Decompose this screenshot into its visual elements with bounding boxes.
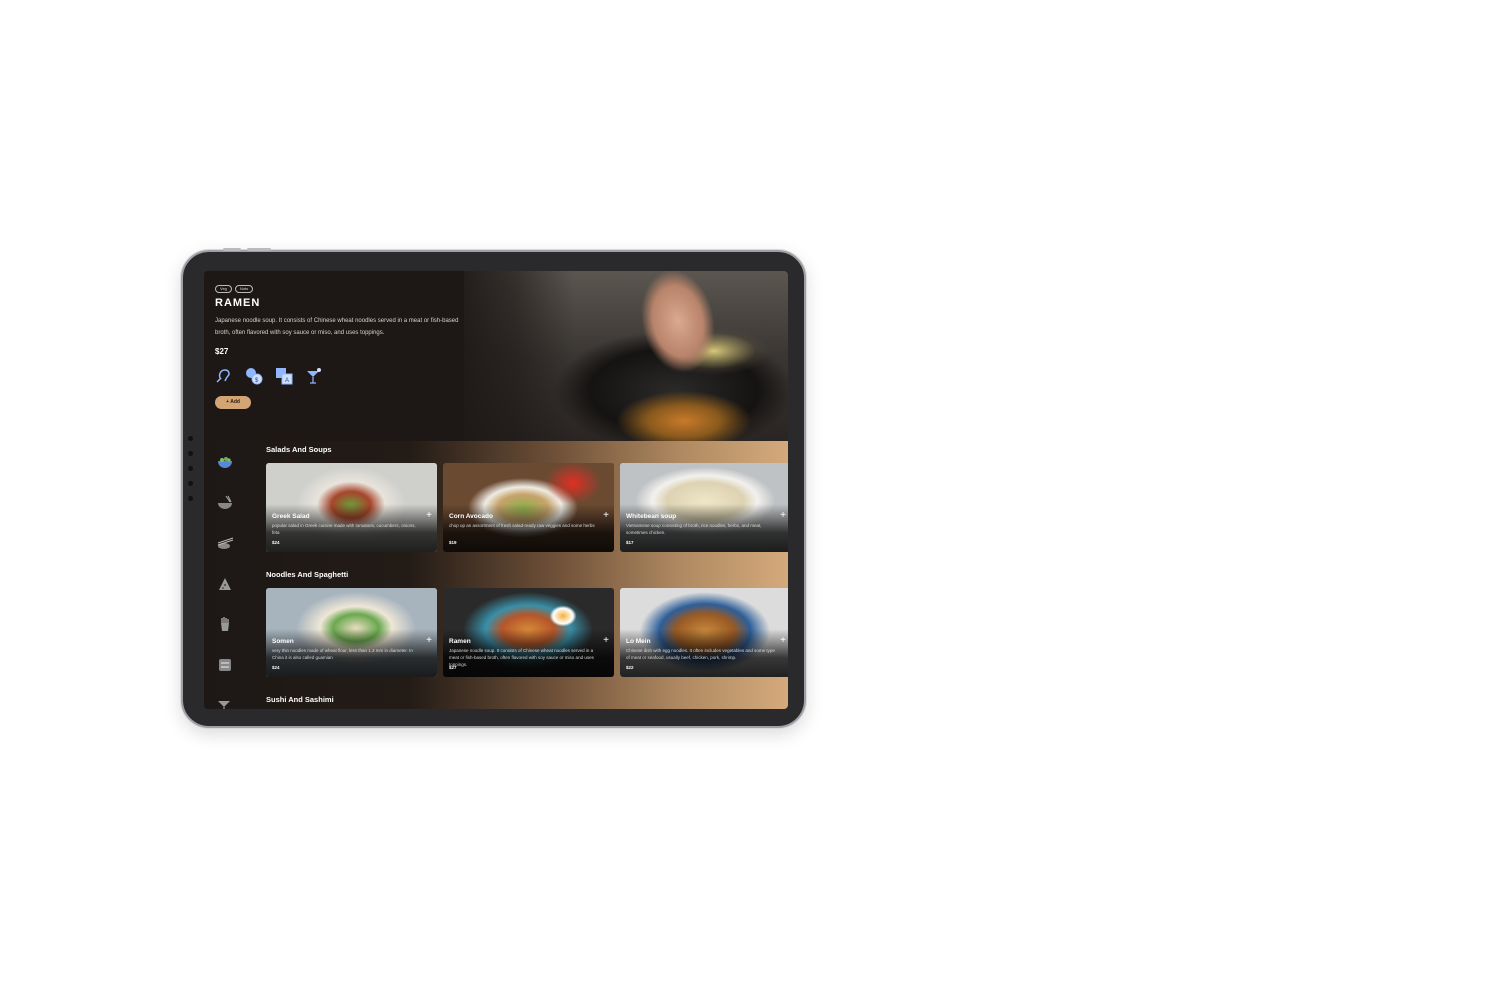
add-item-icon[interactable]: + <box>780 511 786 521</box>
dish-price: $27 <box>215 347 229 356</box>
svg-text:A: A <box>285 378 289 384</box>
translate-icon[interactable]: A <box>275 367 293 385</box>
dish-name: Whitebean soup <box>626 513 677 520</box>
dish-desc: Japanese noodle soup. It consists of Chi… <box>449 648 594 667</box>
sushi-chopsticks-icon[interactable] <box>216 534 234 552</box>
hearing-assist-icon[interactable] <box>215 367 233 385</box>
tag-nuts: Nuts <box>234 285 254 293</box>
dish-desc: chop up an assortment of fresh salad-rea… <box>449 523 595 528</box>
dish-description: Japanese noodle soup. It consists of Chi… <box>215 318 459 336</box>
dish-name: Ramen <box>449 638 471 645</box>
drink-icon[interactable] <box>216 696 234 709</box>
dish-price: $17 <box>626 540 634 545</box>
currency-exchange-icon[interactable]: $ <box>245 367 263 385</box>
dish-name: Greek Salad <box>272 513 310 520</box>
menu-card-lo-mein[interactable]: + Lo Mein Chinese dish with egg noodles.… <box>620 588 788 677</box>
tag-veg: Veg <box>215 285 232 293</box>
feature-icons: $ A <box>215 367 323 385</box>
add-item-icon[interactable]: + <box>426 636 432 646</box>
tablet-frame: Veg Nuts RAMEN Japanese noodle soup. It … <box>181 248 806 728</box>
dish-name: Corn Avocado <box>449 513 493 520</box>
salad-bowl-icon[interactable] <box>216 453 234 471</box>
category-sidebar <box>216 453 234 709</box>
menu-card-somen[interactable]: + Somen very thin noodles made of wheat … <box>266 588 437 677</box>
section-title-noodles-spaghetti: Noodles And Spaghetti <box>266 570 349 579</box>
dish-desc: very thin noodles made of wheat flour, l… <box>272 648 413 660</box>
dish-price: $19 <box>449 540 457 545</box>
add-to-cart-button[interactable]: + Add <box>215 396 251 409</box>
section-cards-salads-soups: + Greek Salad popular salad in Greek cui… <box>266 463 788 552</box>
add-item-icon[interactable]: + <box>780 636 786 646</box>
section-title-salads-soups: Salads And Soups <box>266 445 332 454</box>
dish-price: $24 <box>272 540 280 545</box>
camera-sensors <box>188 436 194 511</box>
menu-card-whitebean-soup[interactable]: + Whitebean soup Vietnamese soup consist… <box>620 463 788 552</box>
power-button <box>247 248 271 251</box>
noodle-bowl-icon[interactable] <box>216 494 234 512</box>
fries-icon[interactable] <box>216 615 234 633</box>
dish-price: $27 <box>449 665 457 670</box>
pizza-icon[interactable] <box>216 575 234 593</box>
dish-name: Lo Mein <box>626 638 651 645</box>
menu-list: Salads And Soups + Greek Salad popular s… <box>204 441 788 709</box>
add-item-icon[interactable]: + <box>426 511 432 521</box>
menu-card-ramen[interactable]: + Ramen Japanese noodle soup. It consist… <box>443 588 614 677</box>
menu-card-greek-salad[interactable]: + Greek Salad popular salad in Greek cui… <box>266 463 437 552</box>
dish-name: Somen <box>272 638 294 645</box>
dish-price: $22 <box>626 665 634 670</box>
dish-title: RAMEN <box>215 297 261 309</box>
featured-dish-hero: Veg Nuts RAMEN Japanese noodle soup. It … <box>204 271 788 441</box>
section-cards-noodles-spaghetti: + Somen very thin noodles made of wheat … <box>266 588 788 677</box>
cocktail-icon[interactable] <box>305 367 323 385</box>
add-item-icon[interactable]: + <box>603 511 609 521</box>
app-screen: Veg Nuts RAMEN Japanese noodle soup. It … <box>204 271 788 709</box>
add-item-icon[interactable]: + <box>603 636 609 646</box>
volume-button <box>223 248 241 251</box>
dish-tags: Veg Nuts <box>215 285 254 293</box>
dish-desc: popular salad in Greek cuisine made with… <box>272 523 416 535</box>
burger-icon[interactable] <box>216 656 234 674</box>
menu-card-corn-avocado[interactable]: + Corn Avocado chop up an assortment of … <box>443 463 614 552</box>
dish-price: $24 <box>272 665 280 670</box>
dish-desc: Vietnamese soup consisting of broth, ric… <box>626 523 762 535</box>
dish-desc: Chinese dish with egg noodles. It often … <box>626 648 775 660</box>
section-title-sushi-sashimi: Sushi And Sashimi <box>266 695 334 704</box>
